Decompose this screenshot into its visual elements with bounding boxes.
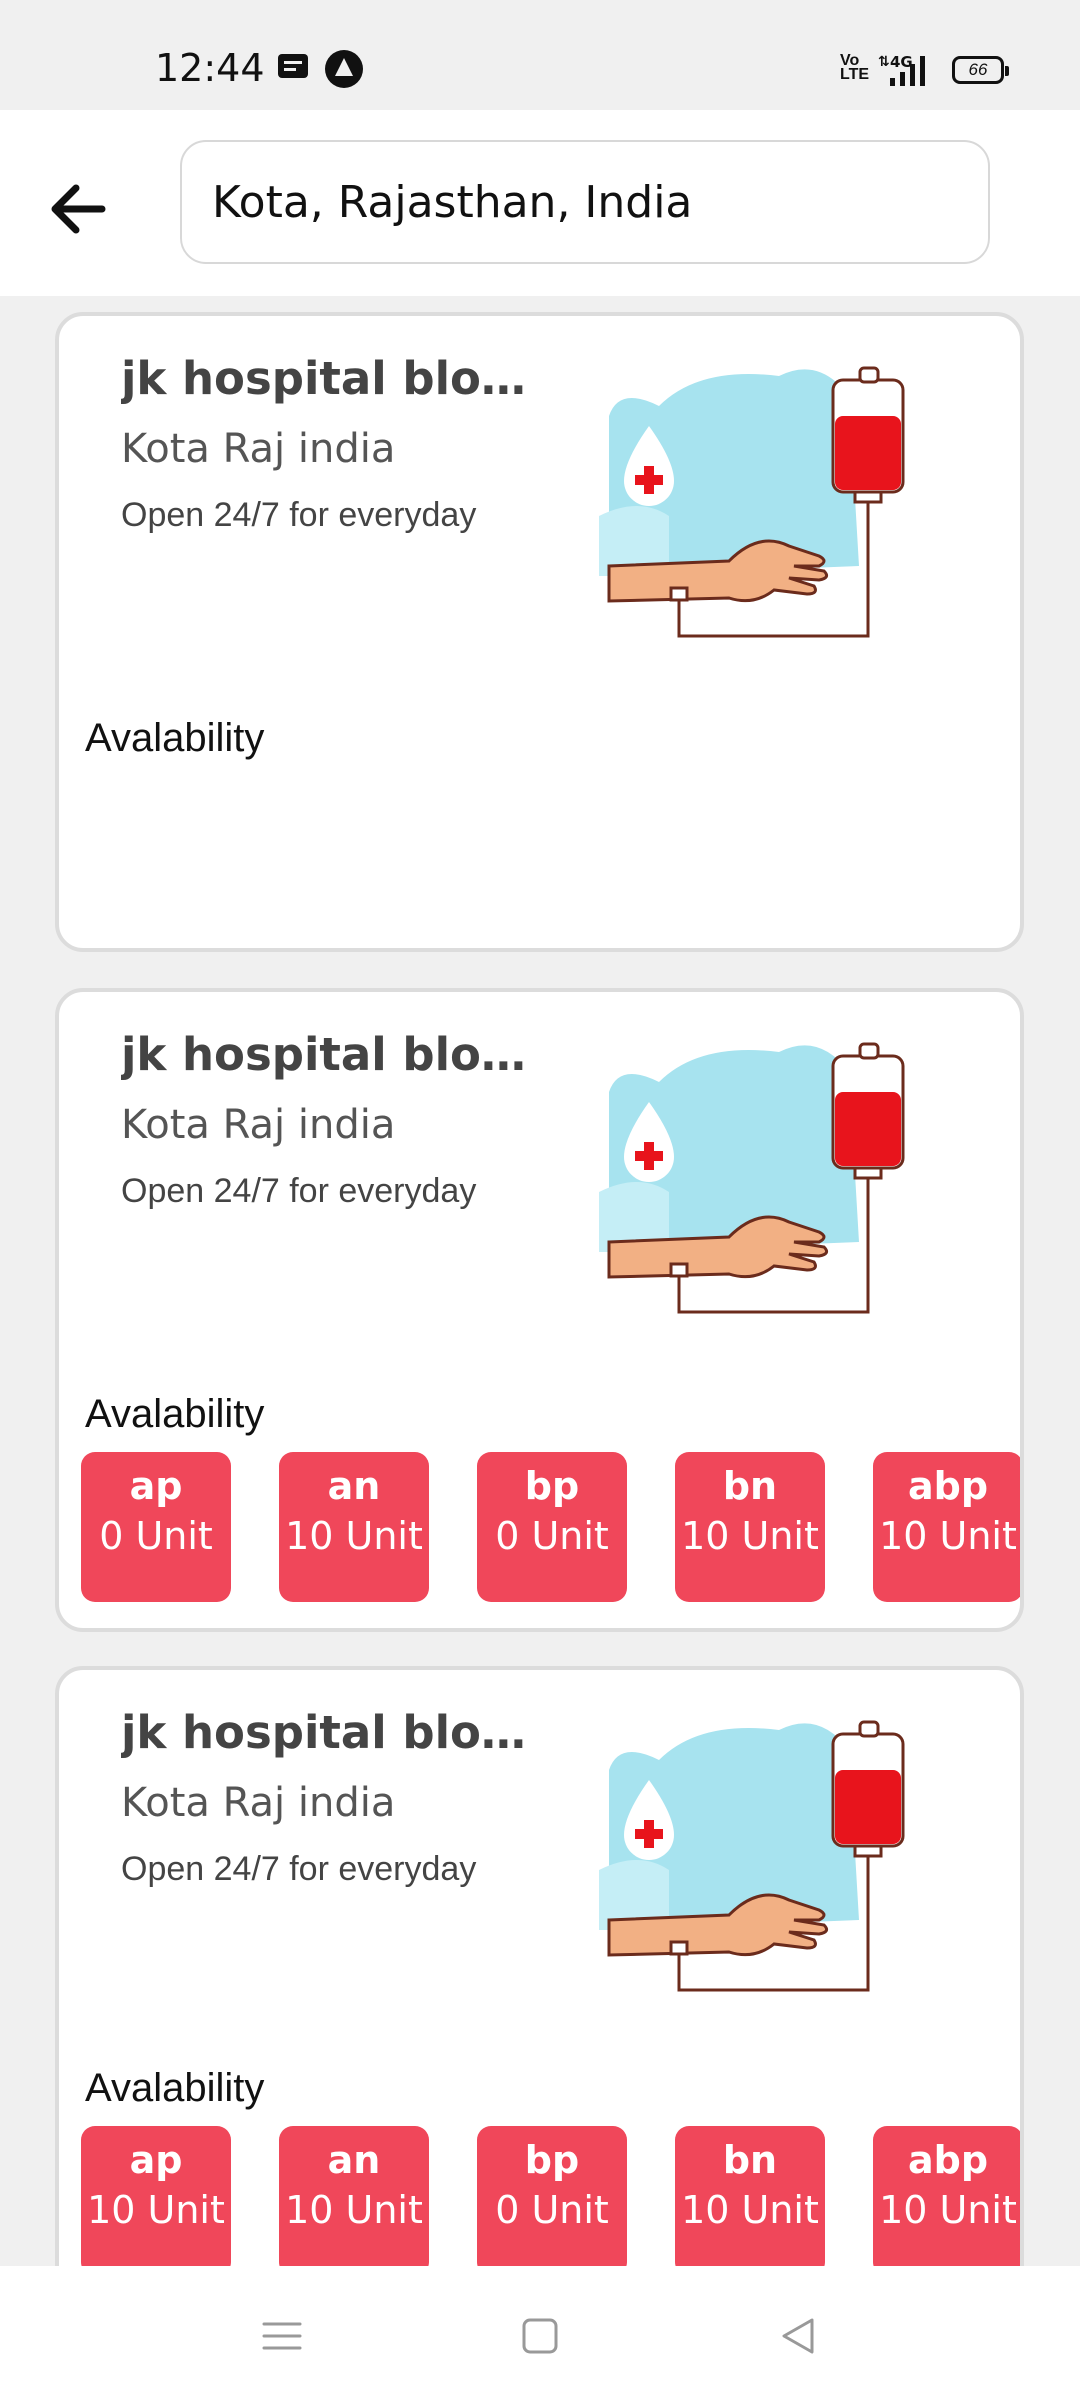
blood-group-chip[interactable]: ap 10 Unit — [81, 2126, 231, 2266]
blood-bank-location: Kota Raj india — [121, 1780, 396, 1826]
blood-group-chips: ap 0 Unit an 10 Unit bp 0 Unit bn 10 Uni… — [81, 1452, 1020, 1602]
system-navigation-bar — [0, 2266, 1080, 2400]
blood-group-units: 10 Unit — [87, 2188, 225, 2232]
search-header — [0, 110, 1080, 296]
blood-group-type: an — [327, 2138, 381, 2182]
blood-group-type: bp — [524, 2138, 580, 2182]
blood-group-units: 0 Unit — [99, 1514, 213, 1558]
blood-group-chip[interactable]: bn 10 Unit — [675, 2126, 825, 2266]
blood-bank-list[interactable]: jk hospital blood... Kota Raj india Open… — [0, 296, 1080, 2266]
blood-group-units: 10 Unit — [285, 2188, 423, 2232]
blood-bank-hours: Open 24/7 for everyday — [121, 496, 477, 534]
blood-group-chip[interactable]: ap 0 Unit — [81, 1452, 231, 1602]
blood-group-type: abp — [907, 2138, 989, 2182]
blood-bank-hours: Open 24/7 for everyday — [121, 1850, 477, 1888]
blood-group-units: 0 Unit — [495, 1514, 609, 1558]
location-search-box[interactable] — [180, 140, 990, 264]
blood-group-chip[interactable]: an 10 Unit — [279, 1452, 429, 1602]
volte-icon: Vo LTE — [840, 52, 870, 83]
blood-group-units: 10 Unit — [285, 1514, 423, 1558]
availability-label: Avalability — [85, 716, 265, 760]
blood-group-chip[interactable]: an 10 Unit — [279, 2126, 429, 2266]
signal-strength-icon: ⇅ 4G — [878, 53, 925, 86]
availability-label: Avalability — [85, 2066, 265, 2110]
blood-bank-name: jk hospital blood... — [121, 1028, 551, 1081]
network-type-label: 4G — [890, 53, 913, 71]
blood-transfusion-illustration — [599, 366, 905, 638]
blood-group-chip[interactable]: abp 10 Unit — [873, 1452, 1020, 1602]
availability-label: Avalability — [85, 1392, 265, 1436]
menu-icon[interactable] — [252, 2306, 312, 2366]
status-bar: 12:44 Vo LTE ⇅ 4G 66 — [0, 0, 1080, 110]
blood-group-units: 10 Unit — [681, 1514, 819, 1558]
message-notification-icon — [278, 54, 308, 78]
blood-bank-card[interactable]: jk hospital blood... Kota Raj india Open… — [55, 1666, 1024, 2266]
blood-group-chips: ap 10 Unit an 10 Unit bp 0 Unit bn 10 Un… — [81, 2126, 1020, 2266]
blood-group-type: ap — [129, 2138, 183, 2182]
blood-transfusion-illustration — [599, 1042, 905, 1314]
blood-group-chip[interactable]: bn 10 Unit — [675, 1452, 825, 1602]
location-search-input[interactable] — [212, 142, 952, 262]
battery-icon: 66 — [952, 56, 1009, 84]
home-square-icon[interactable] — [510, 2306, 570, 2366]
blood-group-units: 10 Unit — [681, 2188, 819, 2232]
blood-bank-card[interactable]: jk hospital blood... Kota Raj india Open… — [55, 988, 1024, 1632]
arrow-left-icon[interactable] — [40, 168, 120, 248]
blood-bank-hours: Open 24/7 for everyday — [121, 1172, 477, 1210]
blood-group-type: ap — [129, 1464, 183, 1508]
blood-bank-name: jk hospital blood... — [121, 1706, 551, 1759]
blood-bank-location: Kota Raj india — [121, 1102, 396, 1148]
blood-bank-location: Kota Raj india — [121, 426, 396, 472]
blood-group-chip[interactable]: abp 10 Unit — [873, 2126, 1020, 2266]
blood-group-chip[interactable]: bp 0 Unit — [477, 1452, 627, 1602]
blood-group-type: bn — [722, 2138, 778, 2182]
svg-text:⇅: ⇅ — [878, 54, 890, 70]
blood-group-type: bp — [524, 1464, 580, 1508]
navigation-app-icon — [325, 50, 363, 88]
blood-group-type: bn — [722, 1464, 778, 1508]
blood-group-units: 0 Unit — [495, 2188, 609, 2232]
back-triangle-icon[interactable] — [768, 2306, 828, 2366]
blood-group-units: 10 Unit — [879, 2188, 1017, 2232]
status-time: 12:44 — [155, 46, 265, 90]
blood-group-chip[interactable]: bp 0 Unit — [477, 2126, 627, 2266]
blood-group-type: an — [327, 1464, 381, 1508]
blood-bank-card[interactable]: jk hospital blood... Kota Raj india Open… — [55, 312, 1024, 952]
blood-bank-name: jk hospital blood... — [121, 352, 551, 405]
blood-transfusion-illustration — [599, 1720, 905, 1992]
blood-group-units: 10 Unit — [879, 1514, 1017, 1558]
blood-group-type: abp — [907, 1464, 989, 1508]
